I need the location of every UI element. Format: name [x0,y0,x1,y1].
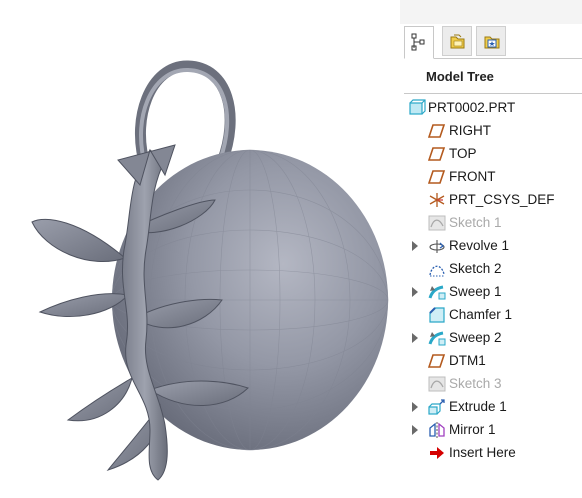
revolve-icon [429,240,445,253]
folder-icon [450,34,465,49]
tree-item-label: Insert Here [449,445,516,460]
expand-arrow-icon[interactable] [412,241,418,251]
chamfer-icon [429,307,445,323]
tree-item-extrude-1[interactable]: Extrude 1 [400,397,582,417]
tree-item-insert-here[interactable]: Insert Here [400,443,582,463]
tree-item-label: Revolve 1 [449,238,510,253]
tree-item-label: PRT_CSYS_DEF [449,192,555,207]
tree-item-sweep-1[interactable]: Sweep 1 [400,282,582,302]
favorites-folder-icon [484,36,500,49]
tree-item-label: Sweep 2 [449,330,502,345]
tree-item-revolve-1[interactable]: Revolve 1 [400,236,582,256]
tree-item-right[interactable]: RIGHT [400,121,582,141]
expand-arrow-icon[interactable] [412,402,418,412]
tree-item-label: Sweep 1 [449,284,502,299]
expand-arrow-icon[interactable] [412,425,418,435]
tree-item-top[interactable]: TOP [400,144,582,164]
expand-arrow-icon[interactable] [412,287,418,297]
tree-item-prt0002[interactable]: PRT0002.PRT [400,98,582,118]
tree-item-label: TOP [449,146,477,161]
graphics-viewport[interactable] [0,0,400,498]
tree-item-dtm1[interactable]: DTM1 [400,351,582,371]
tree-item-label: FRONT [449,169,496,184]
mirror-icon [429,422,445,438]
sweep-icon [428,331,446,346]
sketch-icon [429,265,445,277]
divider [404,93,582,94]
tab-model-tree[interactable] [404,26,434,59]
tree-item-label: Sketch 1 [449,215,502,230]
tree-item-sketch-3[interactable]: Sketch 3 [400,374,582,394]
tree-item-label: Sketch 3 [449,376,502,391]
datum-plane-icon [428,124,446,138]
tree-item-sketch-2[interactable]: Sketch 2 [400,259,582,279]
tree-item-sweep-2[interactable]: Sweep 2 [400,328,582,348]
tree-item-chamfer-1[interactable]: Chamfer 1 [400,305,582,325]
datum-plane-icon [428,354,446,368]
coordinate-system-icon [429,193,445,207]
tree-item-mirror-1[interactable]: Mirror 1 [400,420,582,440]
extrude-icon [428,399,445,415]
part-icon [409,99,426,115]
tree-item-label: Chamfer 1 [449,307,513,322]
sketch-icon [428,376,446,392]
ornament-3d-model [31,60,389,481]
tree-item-label: Sketch 2 [449,261,502,276]
tree-item-front[interactable]: FRONT [400,167,582,187]
sketch-icon [428,215,446,231]
insert-arrow-icon [430,447,444,459]
datum-plane-icon [428,170,446,184]
navigator-panel: Model Tree PRT0002.PRT RIGHT TOP FRONT P… [400,0,582,498]
tab-favorites[interactable] [476,26,506,56]
tree-item-label: PRT0002.PRT [428,100,516,115]
panel-header-strip [400,0,582,24]
model-tree-title: Model Tree [426,69,494,84]
navigator-tabs [404,24,582,59]
tree-item-label: Extrude 1 [449,399,507,414]
expand-arrow-icon[interactable] [412,333,418,343]
tree-item-label: DTM1 [449,353,486,368]
datum-plane-icon [428,147,446,161]
sweep-icon [428,285,446,300]
tree-item-label: RIGHT [449,123,491,138]
tree-icon [411,33,425,51]
tree-item-prt-csys-def[interactable]: PRT_CSYS_DEF [400,190,582,210]
tab-folder-browser[interactable] [442,26,472,56]
tree-item-sketch-1[interactable]: Sketch 1 [400,213,582,233]
tree-item-label: Mirror 1 [449,422,496,437]
